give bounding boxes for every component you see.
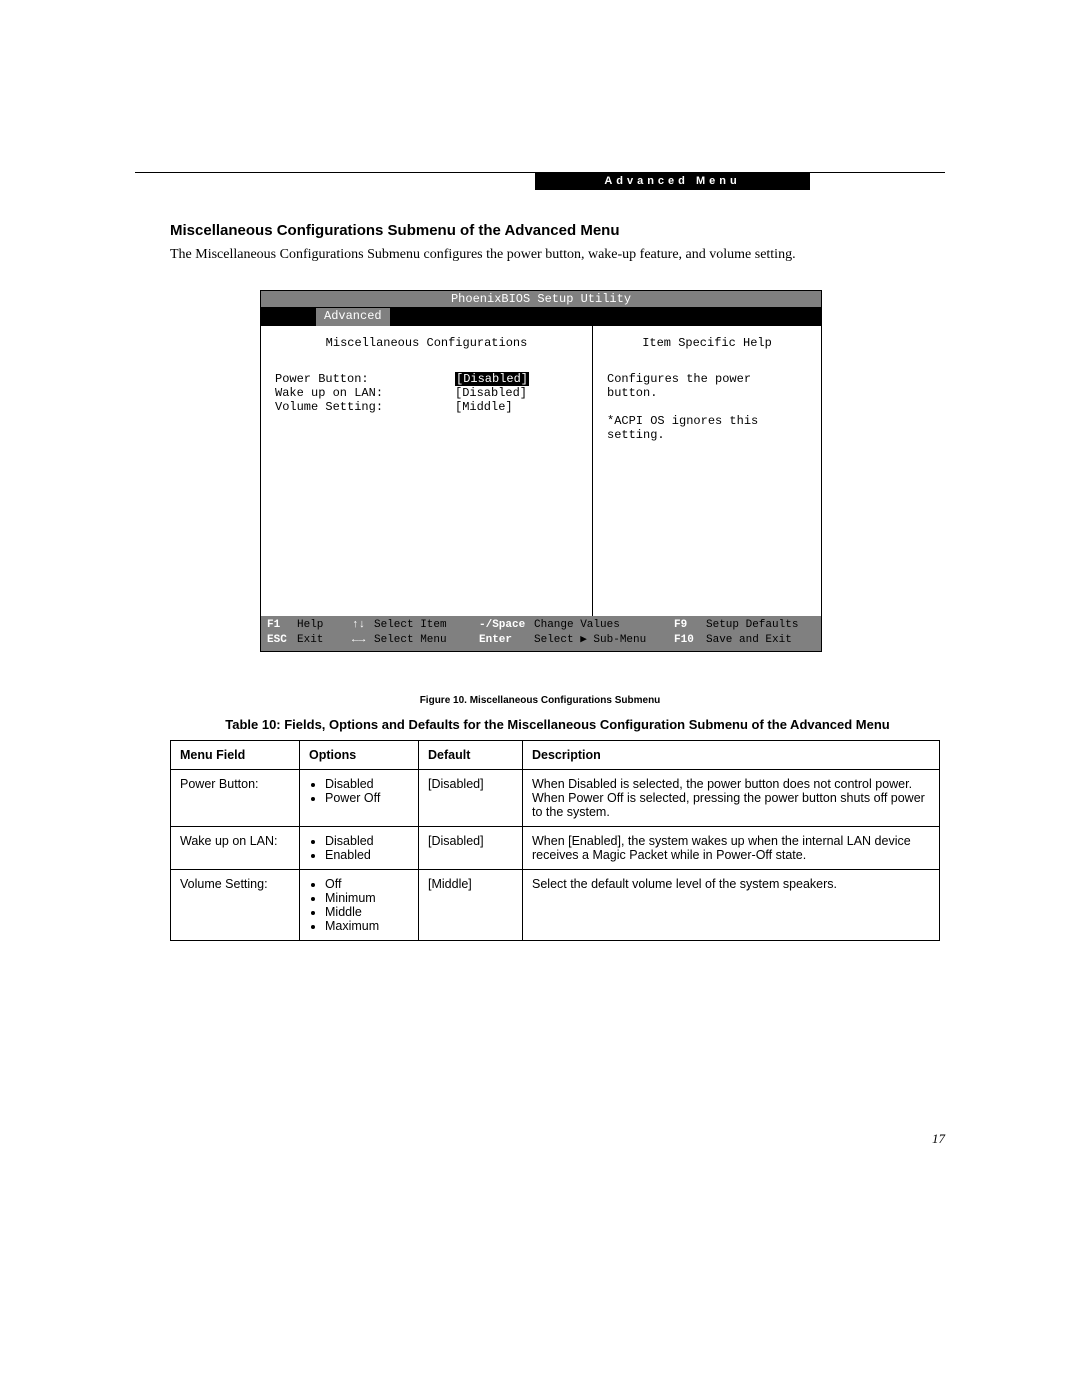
table-header: Options — [300, 741, 419, 770]
table-cell: When Disabled is selected, the power but… — [523, 770, 940, 827]
table-cell: Wake up on LAN: — [171, 827, 300, 870]
table-cell: DisabledPower Off — [300, 770, 419, 827]
table-row: Volume Setting:OffMinimumMiddleMaximum[M… — [171, 870, 940, 941]
bios-key-f9: F9 — [674, 618, 706, 633]
bios-key-label: Change Values — [534, 618, 674, 633]
bios-help-text: Configures the power button. *ACPI OS ig… — [607, 372, 807, 442]
fields-table: Menu Field Options Default Description P… — [170, 740, 940, 941]
bios-key-f1: F1 — [267, 618, 297, 633]
bios-row-label: Wake up on LAN: — [275, 386, 455, 400]
table-row: Wake up on LAN:DisabledEnabled[Disabled]… — [171, 827, 940, 870]
list-item: Power Off — [325, 791, 409, 805]
table-row: Power Button:DisabledPower Off[Disabled]… — [171, 770, 940, 827]
bios-row: Power Button: [Disabled] — [275, 372, 578, 386]
table-header: Menu Field — [171, 741, 300, 770]
table-cell: OffMinimumMiddleMaximum — [300, 870, 419, 941]
bios-left-pane: Miscellaneous Configurations Power Butto… — [261, 326, 593, 616]
bios-key-label: Save and Exit — [706, 633, 792, 648]
bios-key-f10: F10 — [674, 633, 706, 648]
bios-footer: F1 Help ↑↓ Select Item -/Space Change Va… — [261, 616, 821, 651]
bios-title: PhoenixBIOS Setup Utility — [261, 291, 821, 308]
list-item: Middle — [325, 905, 409, 919]
list-item: Disabled — [325, 834, 409, 848]
bios-row-label: Power Button: — [275, 372, 455, 386]
table-cell: [Disabled] — [419, 827, 523, 870]
arrows-icon: ←→ — [352, 633, 374, 648]
table-cell: [Disabled] — [419, 770, 523, 827]
bios-key-label: Select Menu — [374, 633, 479, 648]
bios-key-label: Select ▶ Sub-Menu — [534, 633, 674, 648]
bios-right-pane: Item Specific Help Configures the power … — [593, 326, 821, 616]
table-header: Description — [523, 741, 940, 770]
bios-right-title: Item Specific Help — [607, 336, 807, 350]
table-cell: Power Button: — [171, 770, 300, 827]
bios-key-label: Exit — [297, 633, 352, 648]
bios-key-esc: ESC — [267, 633, 297, 648]
bios-key-enter: Enter — [479, 633, 534, 648]
section-intro: The Miscellaneous Configurations Submenu… — [170, 247, 945, 263]
page-number: 17 — [932, 1131, 945, 1147]
list-item: Maximum — [325, 919, 409, 933]
table-title: Table 10: Fields, Options and Defaults f… — [170, 717, 945, 732]
table-cell: When [Enabled], the system wakes up when… — [523, 827, 940, 870]
list-item: Enabled — [325, 848, 409, 862]
table-cell: Volume Setting: — [171, 870, 300, 941]
bios-key-label: Setup Defaults — [706, 618, 798, 633]
table-header: Default — [419, 741, 523, 770]
section-title: Miscellaneous Configurations Submenu of … — [170, 222, 945, 239]
table-cell: Select the default volume level of the s… — [523, 870, 940, 941]
figure-caption: Figure 10. Miscellaneous Configurations … — [0, 695, 1080, 706]
bios-key-label: Help — [297, 618, 352, 633]
bios-row-label: Volume Setting: — [275, 400, 455, 414]
bios-screenshot: PhoenixBIOS Setup Utility Advanced Misce… — [260, 290, 822, 652]
list-item: Disabled — [325, 777, 409, 791]
bios-tab-row: Advanced — [261, 308, 821, 326]
bios-tab-advanced: Advanced — [316, 308, 391, 326]
bios-row-value: [Disabled] — [455, 386, 527, 400]
header-badge: Advanced Menu — [535, 172, 810, 190]
bios-left-title: Miscellaneous Configurations — [275, 336, 578, 350]
list-item: Off — [325, 877, 409, 891]
bios-row-value: [Middle] — [455, 400, 513, 414]
bios-row-value: [Disabled] — [455, 372, 529, 386]
table-cell: [Middle] — [419, 870, 523, 941]
list-item: Minimum — [325, 891, 409, 905]
table-cell: DisabledEnabled — [300, 827, 419, 870]
bios-row: Wake up on LAN: [Disabled] — [275, 386, 578, 400]
arrows-icon: ↑↓ — [352, 618, 374, 633]
bios-key-label: Select Item — [374, 618, 479, 633]
bios-row: Volume Setting: [Middle] — [275, 400, 578, 414]
bios-key-space: -/Space — [479, 618, 534, 633]
